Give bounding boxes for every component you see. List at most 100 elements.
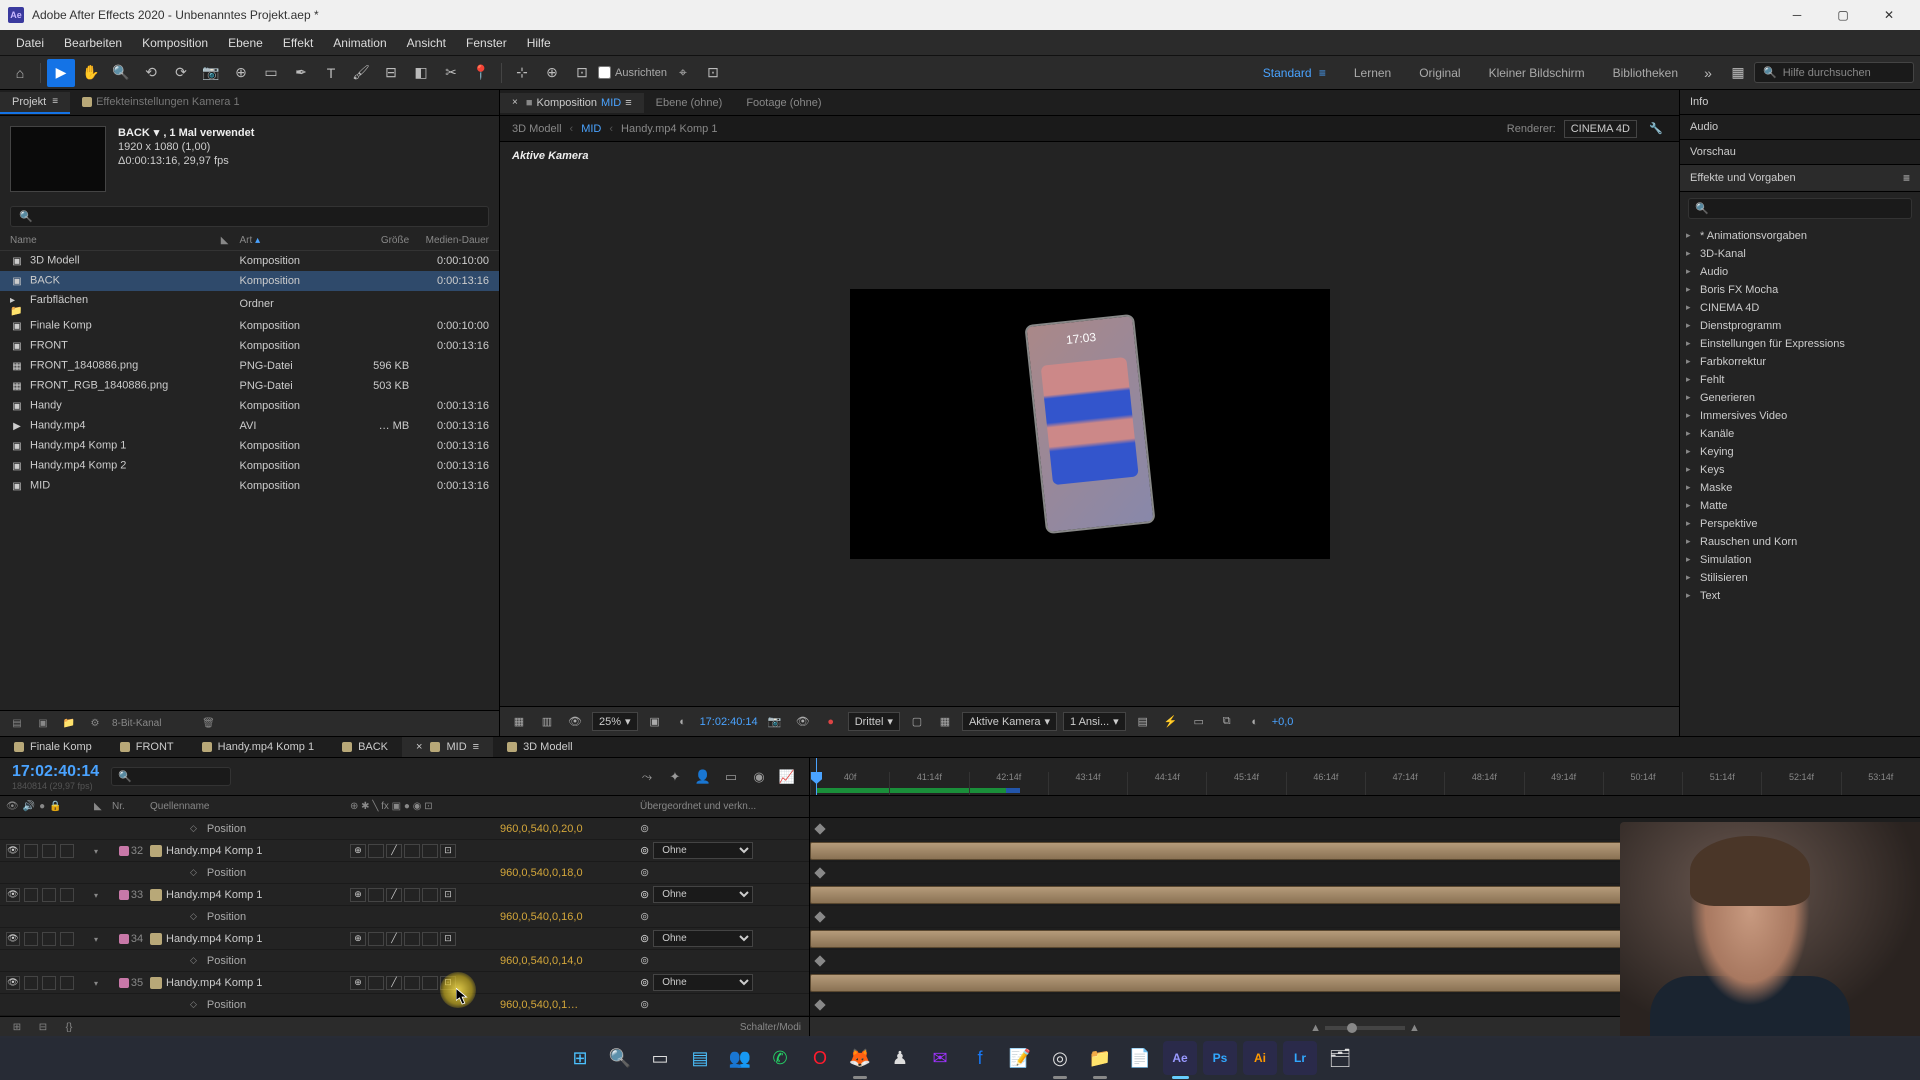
property-row[interactable]: Position960,0,540,0,16,0⊚ bbox=[0, 906, 809, 928]
project-item[interactable]: ▣MIDKomposition0:00:13:16 bbox=[0, 476, 499, 496]
mask-icon[interactable]: 👁 bbox=[564, 711, 586, 733]
draft-3d-icon[interactable]: ✦ bbox=[665, 767, 685, 787]
parent-select[interactable]: Ohne bbox=[653, 930, 753, 947]
snap-options-icon[interactable]: ⊡ bbox=[699, 59, 727, 87]
timeline-tab[interactable]: BACK bbox=[328, 737, 402, 757]
taskbar-app1[interactable]: ♟ bbox=[883, 1041, 917, 1075]
keyframe-icon[interactable] bbox=[814, 867, 825, 878]
project-item[interactable]: ▸📁FarbflächenOrdner bbox=[0, 291, 499, 316]
graph-editor-icon[interactable]: 📈 bbox=[777, 767, 797, 787]
effect-category[interactable]: Rauschen und Korn bbox=[1680, 533, 1920, 551]
effect-category[interactable]: Stilisieren bbox=[1680, 569, 1920, 587]
taskbar-obs[interactable]: ◎ bbox=[1043, 1041, 1077, 1075]
effect-category[interactable]: Immersives Video bbox=[1680, 407, 1920, 425]
align-checkbox[interactable]: Ausrichten bbox=[598, 66, 667, 79]
col-duration[interactable]: Medien-Dauer bbox=[409, 235, 489, 246]
brush-tool[interactable]: 🖌 bbox=[347, 59, 375, 87]
zoom-out-icon[interactable]: ▲ bbox=[1310, 1022, 1321, 1034]
pixel-aspect-icon[interactable]: ▤ bbox=[1132, 711, 1154, 733]
keyframe-icon[interactable] bbox=[814, 823, 825, 834]
project-item[interactable]: ▦FRONT_1840886.pngPNG-Datei596 KB bbox=[0, 356, 499, 376]
taskbar-opera[interactable]: O bbox=[803, 1041, 837, 1075]
frame-blend-icon[interactable]: ▭ bbox=[721, 767, 741, 787]
flowchart-icon[interactable]: ⧉ bbox=[1216, 711, 1238, 733]
close-button[interactable]: ✕ bbox=[1866, 0, 1912, 30]
layer-row[interactable]: 👁▾35Handy.mp4 Komp 1⊕╱⊡⊚Ohne bbox=[0, 972, 809, 994]
project-item[interactable]: ▣Handy.mp4 Komp 2Komposition0:00:13:16 bbox=[0, 456, 499, 476]
camera-tool[interactable]: 📷 bbox=[197, 59, 225, 87]
bit-depth-label[interactable]: 8-Bit-Kanal bbox=[112, 718, 161, 729]
effect-category[interactable]: Dienstprogramm bbox=[1680, 317, 1920, 335]
col-type[interactable]: Art ▴ bbox=[240, 235, 340, 246]
renderer-settings-icon[interactable]: 🔧 bbox=[1645, 118, 1667, 140]
workspace-more-icon[interactable]: » bbox=[1694, 59, 1722, 87]
region-icon[interactable]: ▢ bbox=[906, 711, 928, 733]
taskbar-app2[interactable]: 🗂 bbox=[1323, 1041, 1357, 1075]
taskbar-explorer[interactable]: 📁 bbox=[1083, 1041, 1117, 1075]
color-mgmt-icon[interactable]: ● bbox=[820, 711, 842, 733]
shy-icon[interactable]: 👤 bbox=[693, 767, 713, 787]
switches-modes-label[interactable]: Schalter/Modi bbox=[740, 1022, 801, 1033]
project-item[interactable]: ▦FRONT_RGB_1840886.pngPNG-Datei503 KB bbox=[0, 376, 499, 396]
layer-row[interactable]: 👁▾32Handy.mp4 Komp 1⊕╱⊡⊚Ohne bbox=[0, 840, 809, 862]
taskbar-notepad[interactable]: 📄 bbox=[1123, 1041, 1157, 1075]
timeline-tab[interactable]: Handy.mp4 Komp 1 bbox=[188, 737, 328, 757]
project-item[interactable]: ▣3D ModellKomposition0:00:10:00 bbox=[0, 251, 499, 271]
taskbar-messenger[interactable]: ✉ bbox=[923, 1041, 957, 1075]
comp-tab[interactable]: Footage (ohne) bbox=[734, 93, 833, 113]
col-parent[interactable]: Übergeordnet und verkn... bbox=[640, 801, 800, 812]
effect-category[interactable]: Farbkorrektur bbox=[1680, 353, 1920, 371]
exposure-reset-icon[interactable]: ◐ bbox=[1244, 711, 1266, 733]
effect-category[interactable]: * Animationsvorgaben bbox=[1680, 227, 1920, 245]
layer-row[interactable]: 👁▾33Handy.mp4 Komp 1⊕╱⊡⊚Ohne bbox=[0, 884, 809, 906]
menu-fenster[interactable]: Fenster bbox=[456, 32, 517, 54]
roto-tool[interactable]: ✂ bbox=[437, 59, 465, 87]
taskbar-taskview[interactable]: ▭ bbox=[643, 1041, 677, 1075]
trash-icon[interactable]: 🗑 bbox=[199, 715, 217, 733]
taskbar-ps[interactable]: Ps bbox=[1203, 1041, 1237, 1075]
effect-category[interactable]: Maske bbox=[1680, 479, 1920, 497]
timeline-search[interactable]: 🔍 bbox=[111, 767, 231, 786]
effect-category[interactable]: Keying bbox=[1680, 443, 1920, 461]
show-snapshot-icon[interactable]: 👁 bbox=[792, 711, 814, 733]
effects-presets-header[interactable]: Effekte und Vorgaben≡ bbox=[1680, 165, 1920, 192]
comp-tab[interactable]: ×■ Komposition MID ≡ bbox=[500, 93, 644, 113]
effect-category[interactable]: Text bbox=[1680, 587, 1920, 605]
project-item[interactable]: ▣HandyKomposition0:00:13:16 bbox=[0, 396, 499, 416]
fast-preview-icon[interactable]: ⚡ bbox=[1160, 711, 1182, 733]
timeline-tab[interactable]: ×MID ≡ bbox=[402, 737, 493, 757]
taskbar-facebook[interactable]: f bbox=[963, 1041, 997, 1075]
workspace-original[interactable]: Original bbox=[1405, 62, 1474, 84]
selection-tool[interactable]: ▶ bbox=[47, 59, 75, 87]
new-folder-icon[interactable]: 📁 bbox=[60, 715, 78, 733]
taskbar-lr[interactable]: Lr bbox=[1283, 1041, 1317, 1075]
workspace-lernen[interactable]: Lernen bbox=[1340, 62, 1405, 84]
workspace-standard[interactable]: Standard ≡ bbox=[1249, 62, 1340, 84]
project-item[interactable]: ▣Handy.mp4 Komp 1Komposition0:00:13:16 bbox=[0, 436, 499, 456]
res-icon[interactable]: ▣ bbox=[644, 711, 666, 733]
snapshot-icon[interactable]: 📷 bbox=[764, 711, 786, 733]
timeline-tab[interactable]: 3D Modell bbox=[493, 737, 587, 757]
project-item[interactable]: ▣FRONTKomposition0:00:13:16 bbox=[0, 336, 499, 356]
taskbar-start[interactable]: ⊞ bbox=[563, 1041, 597, 1075]
timeline-timecode[interactable]: 17:02:40:14 bbox=[12, 763, 99, 781]
mag-icon[interactable]: ▦ bbox=[508, 711, 530, 733]
taskbar-search[interactable]: 🔍 bbox=[603, 1041, 637, 1075]
type-tool[interactable]: T bbox=[317, 59, 345, 87]
project-tab[interactable]: Projekt≡ bbox=[0, 92, 70, 114]
minimize-button[interactable]: ─ bbox=[1774, 0, 1820, 30]
orbit-tool[interactable]: ⟲ bbox=[137, 59, 165, 87]
taskbar-whatsapp[interactable]: ✆ bbox=[763, 1041, 797, 1075]
col-name[interactable]: Name bbox=[10, 235, 210, 246]
comp-tab[interactable]: Ebene (ohne) bbox=[644, 93, 735, 113]
info-panel-header[interactable]: Info bbox=[1680, 90, 1920, 115]
menu-datei[interactable]: Datei bbox=[6, 32, 54, 54]
property-row[interactable]: Position960,0,540,0,1…⊚ bbox=[0, 994, 809, 1016]
project-search[interactable]: 🔍 bbox=[10, 206, 489, 227]
effect-category[interactable]: Boris FX Mocha bbox=[1680, 281, 1920, 299]
project-item[interactable]: ▣Finale KompKomposition0:00:10:00 bbox=[0, 316, 499, 336]
layer-row[interactable]: 👁▾34Handy.mp4 Komp 1⊕╱⊡⊚Ohne bbox=[0, 928, 809, 950]
views-layout-select[interactable]: 1 Ansi... ▾ bbox=[1063, 712, 1126, 731]
menu-ebene[interactable]: Ebene bbox=[218, 32, 273, 54]
pen-tool[interactable]: ✒ bbox=[287, 59, 315, 87]
